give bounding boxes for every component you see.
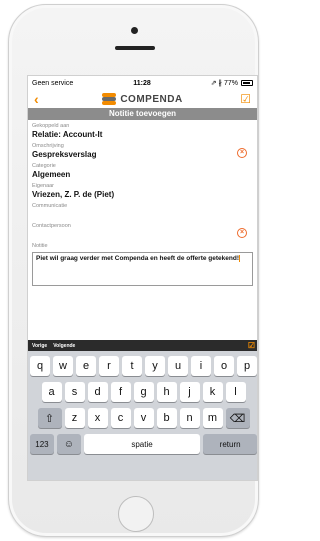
- next-button[interactable]: Volgende: [53, 343, 75, 349]
- keyboard-accessory-bar: Vorige Volgende ☑: [28, 340, 257, 351]
- field-gekoppeld[interactable]: Gekoppeld aan Relatie: Account-It: [32, 122, 253, 142]
- field-omschrijving[interactable]: Omschrijving Gespreksverslag ×: [32, 142, 253, 162]
- key-q[interactable]: q: [30, 356, 50, 376]
- field-label: Notitie: [32, 243, 48, 249]
- key-f[interactable]: f: [110, 382, 131, 402]
- keyboard-row-4: 123 ☺ spatie return: [30, 434, 257, 454]
- field-label: Omschrijving: [32, 143, 64, 149]
- emoji-icon[interactable]: ☺: [56, 434, 81, 454]
- return-key[interactable]: return: [203, 434, 257, 454]
- keyboard-row-2: a s d f g h j k l: [30, 382, 257, 402]
- key-r[interactable]: r: [99, 356, 119, 376]
- key-n[interactable]: n: [179, 408, 200, 428]
- field-label: Contactpersoon: [32, 223, 71, 229]
- key-o[interactable]: o: [214, 356, 234, 376]
- field-value: Vriezen, Z. P. de (Piet): [32, 190, 115, 199]
- key-b[interactable]: b: [156, 408, 177, 428]
- key-h[interactable]: h: [156, 382, 177, 402]
- key-s[interactable]: s: [64, 382, 85, 402]
- field-value: Relatie: Account-It: [32, 130, 103, 139]
- keyboard-row-1: q w e r t y u i o p: [30, 356, 257, 376]
- key-l[interactable]: l: [225, 382, 246, 402]
- key-u[interactable]: u: [168, 356, 188, 376]
- field-categorie[interactable]: Categorie Algemeen: [32, 162, 253, 182]
- key-j[interactable]: j: [179, 382, 200, 402]
- field-value: [32, 230, 253, 240]
- field-label: Eigenaar: [32, 183, 55, 189]
- done-checkbox-icon[interactable]: ☑: [248, 341, 255, 350]
- previous-button[interactable]: Vorige: [32, 343, 47, 349]
- key-x[interactable]: x: [87, 408, 108, 428]
- page-title: Notitie toevoegen: [28, 108, 257, 120]
- home-button[interactable]: [118, 496, 154, 532]
- key-d[interactable]: d: [87, 382, 108, 402]
- field-communicatie[interactable]: Communicatie: [32, 202, 253, 222]
- save-checkbox-icon[interactable]: ☑: [239, 92, 251, 106]
- field-value: Algemeen: [32, 170, 71, 179]
- text-cursor: [239, 255, 240, 262]
- field-notitie: Notitie Piet wil graag verder met Compen…: [32, 242, 253, 288]
- brand-logo: COMPENDA: [102, 93, 182, 105]
- key-e[interactable]: e: [76, 356, 96, 376]
- field-value: [32, 210, 253, 220]
- field-contactpersoon[interactable]: Contactpersoon ×: [32, 222, 253, 242]
- key-c[interactable]: c: [110, 408, 131, 428]
- carrier-label: Geen service: [32, 79, 74, 87]
- screen: Geen service 11:28 ⇗ ∦ 77% ‹ COMPENDA ☑ …: [27, 75, 258, 481]
- key-m[interactable]: m: [202, 408, 223, 428]
- notitie-textarea[interactable]: Piet wil graag verder met Compenda en he…: [32, 252, 253, 286]
- keyboard-row-3: ⇧ z x c v b n m ⌫: [30, 408, 257, 428]
- phone-frame: Geen service 11:28 ⇗ ∦ 77% ‹ COMPENDA ☑ …: [8, 4, 259, 537]
- clear-contactpersoon-icon[interactable]: ×: [237, 228, 247, 238]
- field-eigenaar[interactable]: Eigenaar Vriezen, Z. P. de (Piet): [32, 182, 253, 202]
- space-key[interactable]: spatie: [83, 434, 201, 454]
- status-bar: Geen service 11:28 ⇗ ∦ 77%: [28, 76, 257, 90]
- key-w[interactable]: w: [53, 356, 73, 376]
- numbers-key[interactable]: 123: [30, 434, 54, 454]
- nav-bar: ‹ COMPENDA ☑: [28, 90, 257, 108]
- keyboard: q w e r t y u i o p a s d f g h j k l ⇧ …: [28, 351, 257, 480]
- brand-name: COMPENDA: [120, 93, 183, 105]
- field-value: Gespreksverslag: [32, 150, 97, 159]
- key-y[interactable]: y: [145, 356, 165, 376]
- status-indicators: ⇗ ∦ 77%: [211, 79, 253, 87]
- key-p[interactable]: p: [237, 356, 257, 376]
- backspace-icon[interactable]: ⌫: [225, 408, 250, 428]
- clear-omschrijving-icon[interactable]: ×: [237, 148, 247, 158]
- speaker-grille: [115, 46, 155, 50]
- field-label: Communicatie: [32, 203, 68, 209]
- field-label: Gekoppeld aan: [32, 123, 70, 129]
- back-icon[interactable]: ‹: [34, 92, 46, 106]
- note-form: Gekoppeld aan Relatie: Account-It Omschr…: [28, 120, 257, 288]
- camera-icon: [131, 27, 138, 34]
- status-indicators-text: ⇗ ∦ 77%: [210, 80, 238, 87]
- key-i[interactable]: i: [191, 356, 211, 376]
- battery-icon: [240, 80, 253, 86]
- shift-icon[interactable]: ⇧: [37, 408, 62, 428]
- key-v[interactable]: v: [133, 408, 154, 428]
- key-k[interactable]: k: [202, 382, 223, 402]
- notitie-text: Piet wil graag verder met Compenda en he…: [36, 255, 239, 263]
- field-label: Categorie: [32, 163, 56, 169]
- clock: 11:28: [133, 79, 151, 87]
- key-a[interactable]: a: [41, 382, 62, 402]
- compenda-logo-icon: [102, 93, 117, 105]
- key-z[interactable]: z: [64, 408, 85, 428]
- key-g[interactable]: g: [133, 382, 154, 402]
- key-t[interactable]: t: [122, 356, 142, 376]
